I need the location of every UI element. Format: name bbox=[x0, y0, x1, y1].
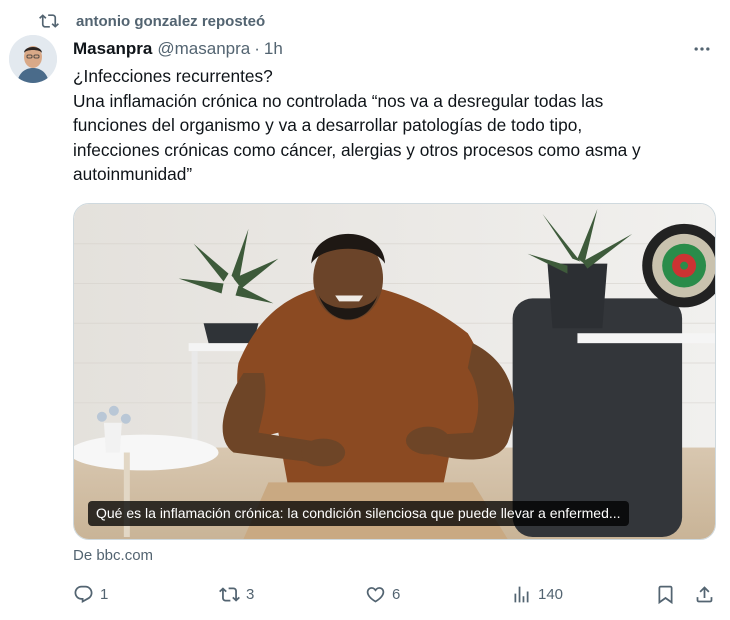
repost-count: 3 bbox=[246, 585, 255, 603]
views-count: 140 bbox=[538, 585, 564, 603]
repost-context: antonio gonzalez reposteó bbox=[38, 10, 265, 32]
tweet-line: autoinmunidad” bbox=[73, 164, 193, 184]
tweet-line: infecciones crónicas como cáncer, alergi… bbox=[73, 139, 641, 160]
tweet-line: Una inflamación crónica no controlada “n… bbox=[73, 90, 604, 111]
author-name[interactable]: Masanpra bbox=[73, 39, 152, 59]
reply-icon bbox=[73, 584, 94, 605]
repost-icon bbox=[38, 10, 60, 32]
repost-label[interactable]: antonio gonzalez reposteó bbox=[76, 13, 265, 30]
action-bar: 1 3 6 140 bbox=[73, 580, 718, 608]
card-source[interactable]: De bbc.com bbox=[73, 547, 153, 564]
repost-icon bbox=[219, 584, 240, 605]
tweet-time[interactable]: 1h bbox=[264, 39, 283, 59]
tweet-text: ¿Infecciones recurrentes? Una inflamació… bbox=[73, 64, 713, 187]
share-icon bbox=[694, 584, 715, 605]
tweet-line: funciones del organismo y va a desarroll… bbox=[73, 115, 583, 135]
views-icon bbox=[511, 584, 532, 605]
bookmark-button[interactable] bbox=[655, 580, 676, 608]
repost-button[interactable]: 3 bbox=[219, 580, 254, 608]
reply-count: 1 bbox=[100, 585, 109, 603]
bookmark-icon bbox=[655, 584, 676, 605]
tweet-line: ¿Infecciones recurrentes? bbox=[73, 66, 273, 86]
more-options-icon[interactable] bbox=[688, 37, 716, 61]
like-count: 6 bbox=[392, 585, 401, 603]
heart-icon bbox=[365, 584, 386, 605]
link-card[interactable]: Qué es la inflamación crónica: la condic… bbox=[73, 203, 716, 540]
card-title[interactable]: Qué es la inflamación crónica: la condic… bbox=[88, 501, 629, 526]
reply-button[interactable]: 1 bbox=[73, 580, 108, 608]
article-image bbox=[74, 204, 715, 539]
like-button[interactable]: 6 bbox=[365, 580, 400, 608]
avatar[interactable] bbox=[9, 35, 57, 83]
views-button[interactable]: 140 bbox=[511, 580, 563, 608]
share-button[interactable] bbox=[694, 580, 715, 608]
tweet-header: Masanpra @masanpra · 1h bbox=[73, 37, 716, 61]
author-handle[interactable]: @masanpra bbox=[157, 39, 250, 59]
separator-dot: · bbox=[254, 39, 260, 58]
